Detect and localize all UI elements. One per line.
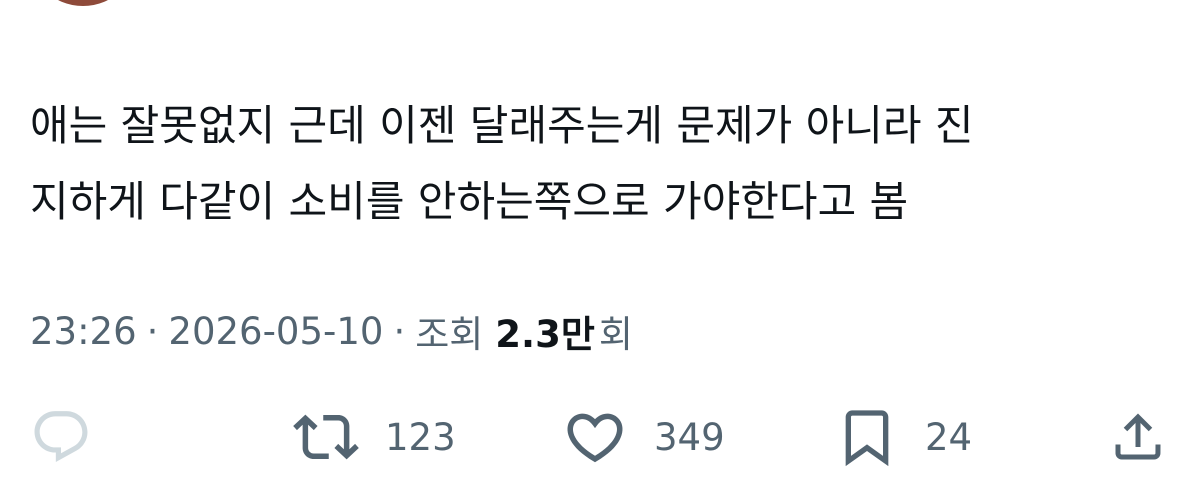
reply-button[interactable] <box>30 402 118 472</box>
meta-separator: · <box>393 309 406 353</box>
like-button[interactable]: 349 <box>562 402 725 472</box>
retweet-button[interactable]: 123 <box>293 402 456 472</box>
meta-separator: · <box>146 309 159 353</box>
views-suffix: 회 <box>598 313 633 356</box>
tweet-text: 애는 잘못없지 근데 이젠 달래주는게 문제가 아니라 진 지하게 다같이 소비… <box>30 88 1170 240</box>
share-button[interactable] <box>1108 402 1168 472</box>
bookmark-button[interactable]: 24 <box>835 402 972 472</box>
views-label: 조회 <box>415 313 484 356</box>
reply-icon <box>30 406 92 468</box>
tweet-date[interactable]: 2026-05-10 <box>168 310 383 353</box>
avatar[interactable] <box>28 0 138 6</box>
retweet-icon <box>293 404 359 470</box>
tweet-text-line-1: 애는 잘못없지 근데 이젠 달래주는게 문제가 아니라 진 <box>30 101 974 150</box>
views-count: 2.3만 <box>495 313 595 356</box>
retweet-count: 123 <box>385 415 456 459</box>
bookmark-icon <box>835 405 899 469</box>
tweet-actions: 123 349 24 <box>0 402 1200 472</box>
tweet-time[interactable]: 23:26 <box>30 310 137 353</box>
like-count: 349 <box>654 415 725 459</box>
heart-icon <box>562 404 628 470</box>
share-icon <box>1108 407 1168 467</box>
bookmark-count: 24 <box>925 415 973 459</box>
tweet-meta: 23:26 · 2026-05-10 · 조회 2.3만 회 <box>30 303 633 359</box>
tweet-text-line-2: 지하게 다같이 소비를 안하는쪽으로 가야한다고 봄 <box>30 177 909 226</box>
